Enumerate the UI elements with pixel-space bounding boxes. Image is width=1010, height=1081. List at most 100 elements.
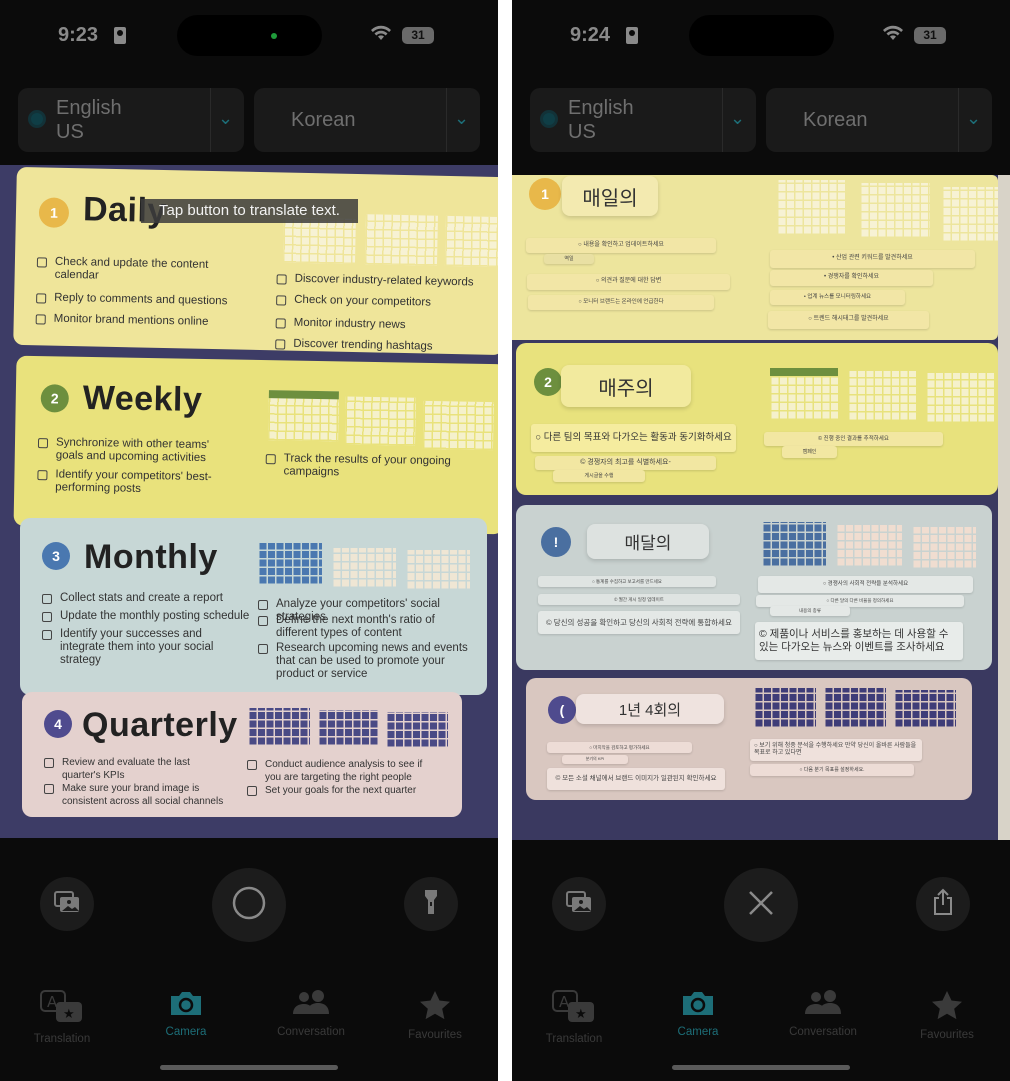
calendar-grid xyxy=(422,400,494,451)
share-icon xyxy=(932,888,954,921)
monthly-title-translated: 매달의 xyxy=(587,524,709,559)
weekly-title-translated: 매주의 xyxy=(561,365,691,407)
wifi-icon xyxy=(370,25,392,46)
calendar-grid xyxy=(258,543,322,585)
dynamic-island xyxy=(177,15,322,56)
translated-text-overlay[interactable]: © 모든 소셜 채널에서 브랜드 이미지가 일관된지 확인하세요 xyxy=(547,768,725,790)
calendar-grid xyxy=(318,710,378,746)
tab-conversation[interactable]: Conversation xyxy=(251,990,371,1038)
chevron-down-icon[interactable]: ⌄ xyxy=(730,108,745,129)
photo-library-button[interactable] xyxy=(552,877,606,931)
translated-text-overlay[interactable]: ○ 보기 위해 청중 분석을 수행하세요 만약 당신이 올바른 사람들을 목표로… xyxy=(750,739,922,761)
tab-conversation[interactable]: Conversation xyxy=(763,990,883,1038)
translate-shutter-button[interactable] xyxy=(212,868,286,942)
calendar-grid xyxy=(248,708,310,746)
translated-text-overlay[interactable]: © 경쟁자의 최고를 식별하세요- xyxy=(535,456,716,470)
translated-text-overlay[interactable]: • 산업 관련 키워드를 발견하세요 xyxy=(770,250,975,268)
tab-translation[interactable]: A ★ Translation xyxy=(2,990,122,1045)
chevron-down-icon[interactable]: ⌄ xyxy=(454,108,469,129)
translated-text-overlay[interactable]: 캠페인 xyxy=(782,446,837,458)
calendar-grid xyxy=(364,214,438,266)
calendar-grid xyxy=(848,371,916,421)
daily-card: 1 Daily Check and update the content cal… xyxy=(13,166,498,356)
home-indicator[interactable] xyxy=(672,1065,850,1070)
weekly-card: 2 매주의 ○ 다른 팀의 목표와 다가오는 활동과 동기화하세요 © 경쟁자의… xyxy=(516,343,998,495)
left-phone-screen: 1 Daily Check and update the content cal… xyxy=(0,0,498,1081)
translated-text-overlay[interactable]: ○ 경쟁사의 사회적 전략을 분석하세요 xyxy=(758,576,973,593)
calendar-grid xyxy=(777,180,845,235)
monthly-number: ! xyxy=(541,527,571,557)
source-language-selected-radio[interactable] xyxy=(540,110,558,128)
target-language-selector[interactable]: Korean ⌄ xyxy=(766,88,992,152)
calendar-grid xyxy=(386,712,448,748)
calendar-grid xyxy=(406,550,470,590)
monthly-title: Monthly xyxy=(84,538,218,576)
home-indicator[interactable] xyxy=(160,1065,338,1070)
calendar-grid xyxy=(824,688,886,728)
translated-text-overlay[interactable]: 게시글을 수행 xyxy=(553,470,645,482)
conversation-icon xyxy=(804,990,842,1022)
calendar-grid xyxy=(268,390,339,442)
translated-text-overlay[interactable]: 역일 xyxy=(544,254,594,264)
photo-library-button[interactable] xyxy=(40,877,94,931)
dismiss-translation-button[interactable] xyxy=(724,868,798,942)
tab-camera[interactable]: Camera xyxy=(126,990,246,1038)
source-language-selector[interactable]: English US ⌄ xyxy=(18,88,244,152)
calendar-grid xyxy=(282,217,356,264)
calendar-grid xyxy=(762,522,826,567)
checklist-item: Make sure your brand image is consistent… xyxy=(44,782,234,808)
target-language-name: Korean xyxy=(291,109,356,131)
daily-number: 1 xyxy=(38,197,70,228)
translated-text-overlay[interactable]: 분기의 KPI xyxy=(562,755,628,764)
chevron-down-icon[interactable]: ⌄ xyxy=(966,108,981,129)
flashlight-button[interactable] xyxy=(404,877,458,931)
calendar-grid xyxy=(836,525,902,567)
target-language-selector[interactable]: Korean ⌄ xyxy=(254,88,480,152)
quarterly-card: 4 Quarterly Review and evaluate the last… xyxy=(22,692,462,817)
checklist-item: Research upcoming news and events that c… xyxy=(258,642,468,681)
tab-favourites[interactable]: Favourites xyxy=(375,990,495,1041)
chevron-down-icon[interactable]: ⌄ xyxy=(218,108,233,129)
checklist-item: Track the results of your ongoing campai… xyxy=(265,452,455,481)
share-button[interactable] xyxy=(916,877,970,931)
translated-text-overlay[interactable]: ○ 의견과 질문에 대한 답변 xyxy=(527,274,730,290)
camera-icon xyxy=(681,990,715,1022)
translated-text-overlay[interactable]: • 업계 뉴스를 모니터링하세요 xyxy=(770,290,905,305)
daily-number: 1 xyxy=(529,178,561,210)
weekly-title: Weekly xyxy=(82,378,203,419)
translated-text-overlay[interactable]: ○ 다른 팀의 목표와 다가오는 활동과 동기화하세요 xyxy=(531,424,736,452)
translated-text-overlay[interactable]: © 진행 중인 결과를 추적하세요 xyxy=(764,432,943,446)
translated-text-overlay[interactable]: © 당신의 성공을 확인하고 당신의 사회적 전략에 통합하세요 xyxy=(538,611,740,634)
calendar-grid xyxy=(770,368,838,420)
translated-text-overlay[interactable]: ○ 마지막을 검토하고 평가하세요 xyxy=(547,742,692,753)
id-badge-icon xyxy=(114,27,126,44)
camera-indicator-icon xyxy=(271,33,277,39)
tab-label: Translation xyxy=(33,1033,91,1045)
translated-text-overlay[interactable]: © 월간 게시 일정 업데이트 xyxy=(538,594,740,605)
status-time: 9:23 xyxy=(58,24,99,46)
source-language-selector[interactable]: English US ⌄ xyxy=(530,88,756,152)
calendar-grid xyxy=(912,527,976,569)
translated-text-overlay[interactable]: 내용의 종류 xyxy=(770,606,850,616)
wall-edge xyxy=(998,175,1010,840)
tab-camera[interactable]: Camera xyxy=(638,990,758,1038)
checklist-item: Monitor industry news xyxy=(276,316,406,332)
camera-viewfinder[interactable]: 1 Daily Check and update the content cal… xyxy=(0,165,498,838)
translated-text-overlay[interactable]: • 경쟁자를 확인하세요 xyxy=(770,270,933,286)
monthly-card: 3 Monthly Collect stats and create a rep… xyxy=(20,518,487,695)
translated-text-overlay[interactable]: ○ 트렌드 해시태그를 발견하세요 xyxy=(768,311,929,329)
checklist-item: Conduct audience analysis to see if you … xyxy=(247,758,437,784)
checklist-item: Collect stats and create a report xyxy=(42,592,223,605)
tab-label: Camera xyxy=(165,1026,207,1038)
tab-translation[interactable]: A ★ Translation xyxy=(514,990,634,1045)
tab-favourites[interactable]: Favourites xyxy=(887,990,1007,1041)
source-language-selected-radio[interactable] xyxy=(28,110,46,128)
translated-text-overlay[interactable]: ○ 모니터 브랜드는 온라인에 언급한다 xyxy=(528,295,714,310)
translated-text-overlay[interactable]: © 제품이나 서비스를 홍보하는 데 사용할 수 있는 다가오는 뉴스와 이벤트… xyxy=(755,622,963,660)
translated-text-overlay[interactable]: ○ 내용을 확인하고 업데이트하세요 xyxy=(526,238,716,253)
translated-text-overlay[interactable]: ○ 통계를 수집하고 보고서를 만드세요 xyxy=(538,576,716,587)
svg-text:★: ★ xyxy=(575,1006,587,1021)
shutter-icon xyxy=(231,885,267,926)
quarterly-number: ( xyxy=(548,696,576,724)
translated-text-overlay[interactable]: ○ 다음 분기 목표를 설정하세요. xyxy=(750,764,914,776)
